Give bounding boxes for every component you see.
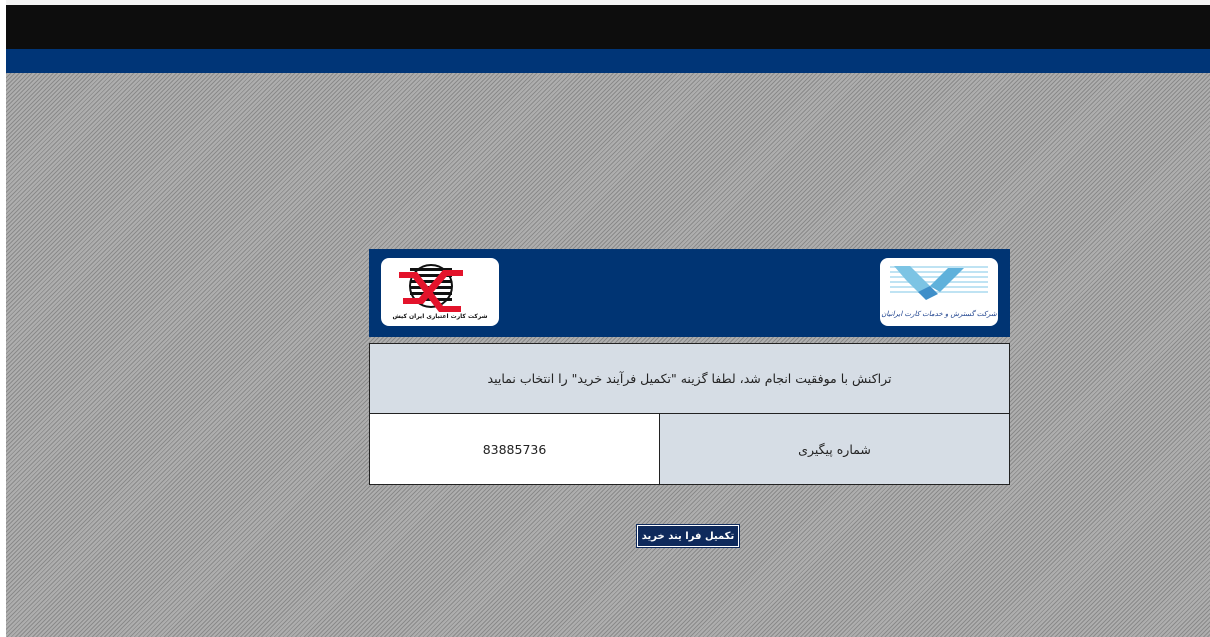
tracking-number-value: 83885736: [370, 414, 659, 484]
iran-kish-caption: شرکت کارت اعتباری ایران کیش: [392, 313, 488, 320]
success-message: تراکنش با موفقیت انجام شد، لطفا گزینه "ت…: [370, 344, 1009, 414]
card-company-caption: شرکت گسترش و خدمات کارت ایرانیان: [881, 310, 997, 318]
transaction-result-table: تراکنش با موفقیت انجام شد، لطفا گزینه "ت…: [369, 343, 1010, 485]
top-black-bar: [6, 0, 1210, 49]
complete-purchase-button[interactable]: تکمیل فرا یند خرید: [637, 525, 739, 547]
tracking-number-label: شماره پیگیری: [659, 414, 1009, 484]
card-company-logo: شرکت گسترش و خدمات کارت ایرانیان: [880, 258, 998, 326]
top-blue-bar: [6, 49, 1210, 73]
bank-header-panel: شرکت کارت اعتباری ایران کیش شرکت گسترش و…: [369, 249, 1010, 337]
iran-kish-logo: شرکت کارت اعتباری ایران کیش: [381, 258, 499, 326]
